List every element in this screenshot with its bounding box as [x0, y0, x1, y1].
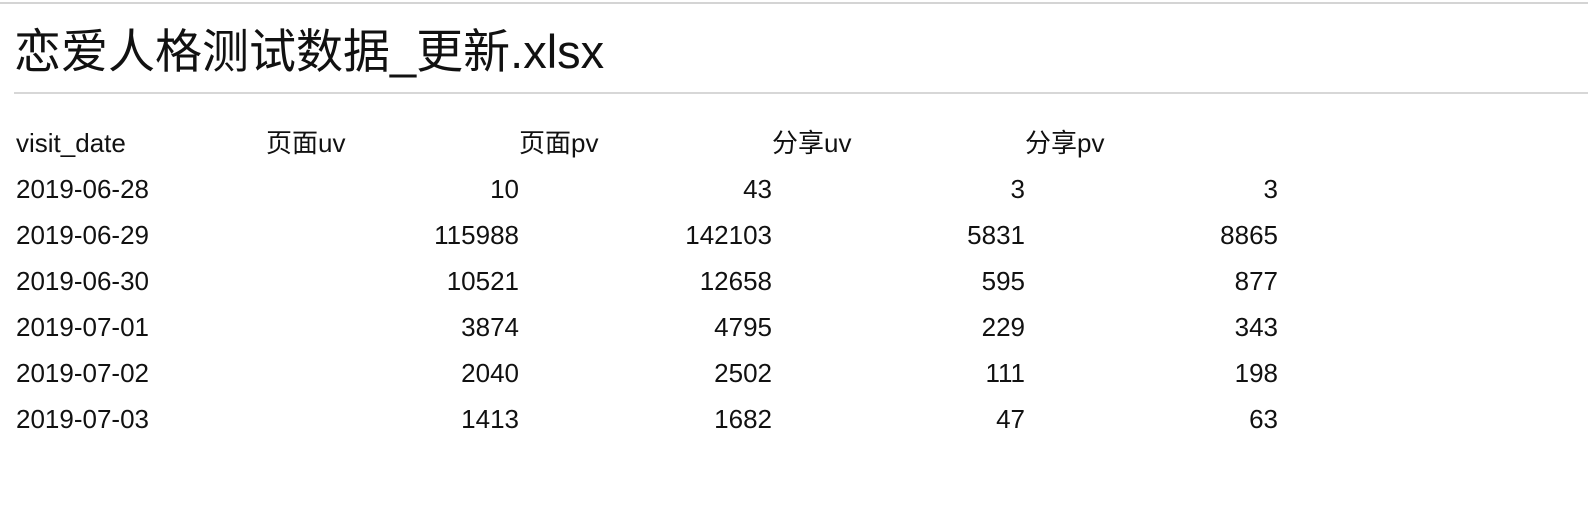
column-header-page-pv: 页面pv — [519, 128, 599, 158]
column-header-visit-date: visit_date — [16, 128, 126, 158]
table-row: 2019-06-30 10521 12658 595 877 — [16, 258, 1278, 304]
cell-visit-date: 2019-06-30 — [16, 266, 149, 296]
spreadsheet-table: visit_date 页面uv 页面pv 分享uv 分享pv 2019-06-2… — [16, 120, 1278, 442]
column-header-page-uv: 页面uv — [266, 128, 346, 158]
document-title: 恋爱人格测试数据_更新.xlsx — [14, 25, 605, 78]
table-row: 2019-07-02 2040 2502 111 198 — [16, 350, 1278, 396]
cell-share-uv: 3 — [1010, 174, 1025, 204]
cell-share-pv: 8865 — [1220, 220, 1278, 250]
cell-page-uv: 10 — [490, 174, 519, 204]
cell-page-uv: 2040 — [461, 358, 519, 388]
cell-page-pv: 4795 — [714, 312, 772, 342]
cell-page-pv: 142103 — [685, 220, 772, 250]
top-divider — [0, 2, 1588, 4]
cell-visit-date: 2019-07-03 — [16, 404, 149, 434]
cell-share-pv: 63 — [1249, 404, 1278, 434]
title-divider — [14, 92, 1588, 94]
cell-page-pv: 1682 — [714, 404, 772, 434]
cell-share-uv: 595 — [981, 266, 1025, 296]
cell-page-pv: 2502 — [714, 358, 772, 388]
cell-page-pv: 12658 — [699, 266, 772, 296]
cell-page-uv: 115988 — [434, 220, 519, 250]
cell-visit-date: 2019-07-01 — [16, 312, 149, 342]
table-row: 2019-07-03 1413 1682 47 63 — [16, 396, 1278, 442]
cell-share-uv: 47 — [996, 404, 1025, 434]
cell-page-uv: 3874 — [461, 312, 519, 342]
table-row: 2019-06-28 10 43 3 3 — [16, 166, 1278, 212]
cell-share-uv: 111 — [985, 358, 1025, 388]
cell-share-uv: 229 — [981, 312, 1025, 342]
cell-share-pv: 877 — [1234, 266, 1278, 296]
header-row: visit_date 页面uv 页面pv 分享uv 分享pv — [16, 120, 1278, 166]
cell-share-pv: 343 — [1234, 312, 1278, 342]
cell-visit-date: 2019-06-29 — [16, 220, 149, 250]
cell-page-uv: 1413 — [461, 404, 519, 434]
cell-share-uv: 5831 — [967, 220, 1025, 250]
column-header-share-pv: 分享pv — [1025, 128, 1105, 158]
cell-page-uv: 10521 — [446, 266, 519, 296]
cell-page-pv: 43 — [743, 174, 772, 204]
table-row: 2019-07-01 3874 4795 229 343 — [16, 304, 1278, 350]
column-header-share-uv: 分享uv — [772, 128, 852, 158]
cell-visit-date: 2019-07-02 — [16, 358, 149, 388]
cell-share-pv: 3 — [1263, 174, 1278, 204]
cell-share-pv: 198 — [1234, 358, 1278, 388]
table-row: 2019-06-29 115988 142103 5831 8865 — [16, 212, 1278, 258]
cell-visit-date: 2019-06-28 — [16, 174, 149, 204]
